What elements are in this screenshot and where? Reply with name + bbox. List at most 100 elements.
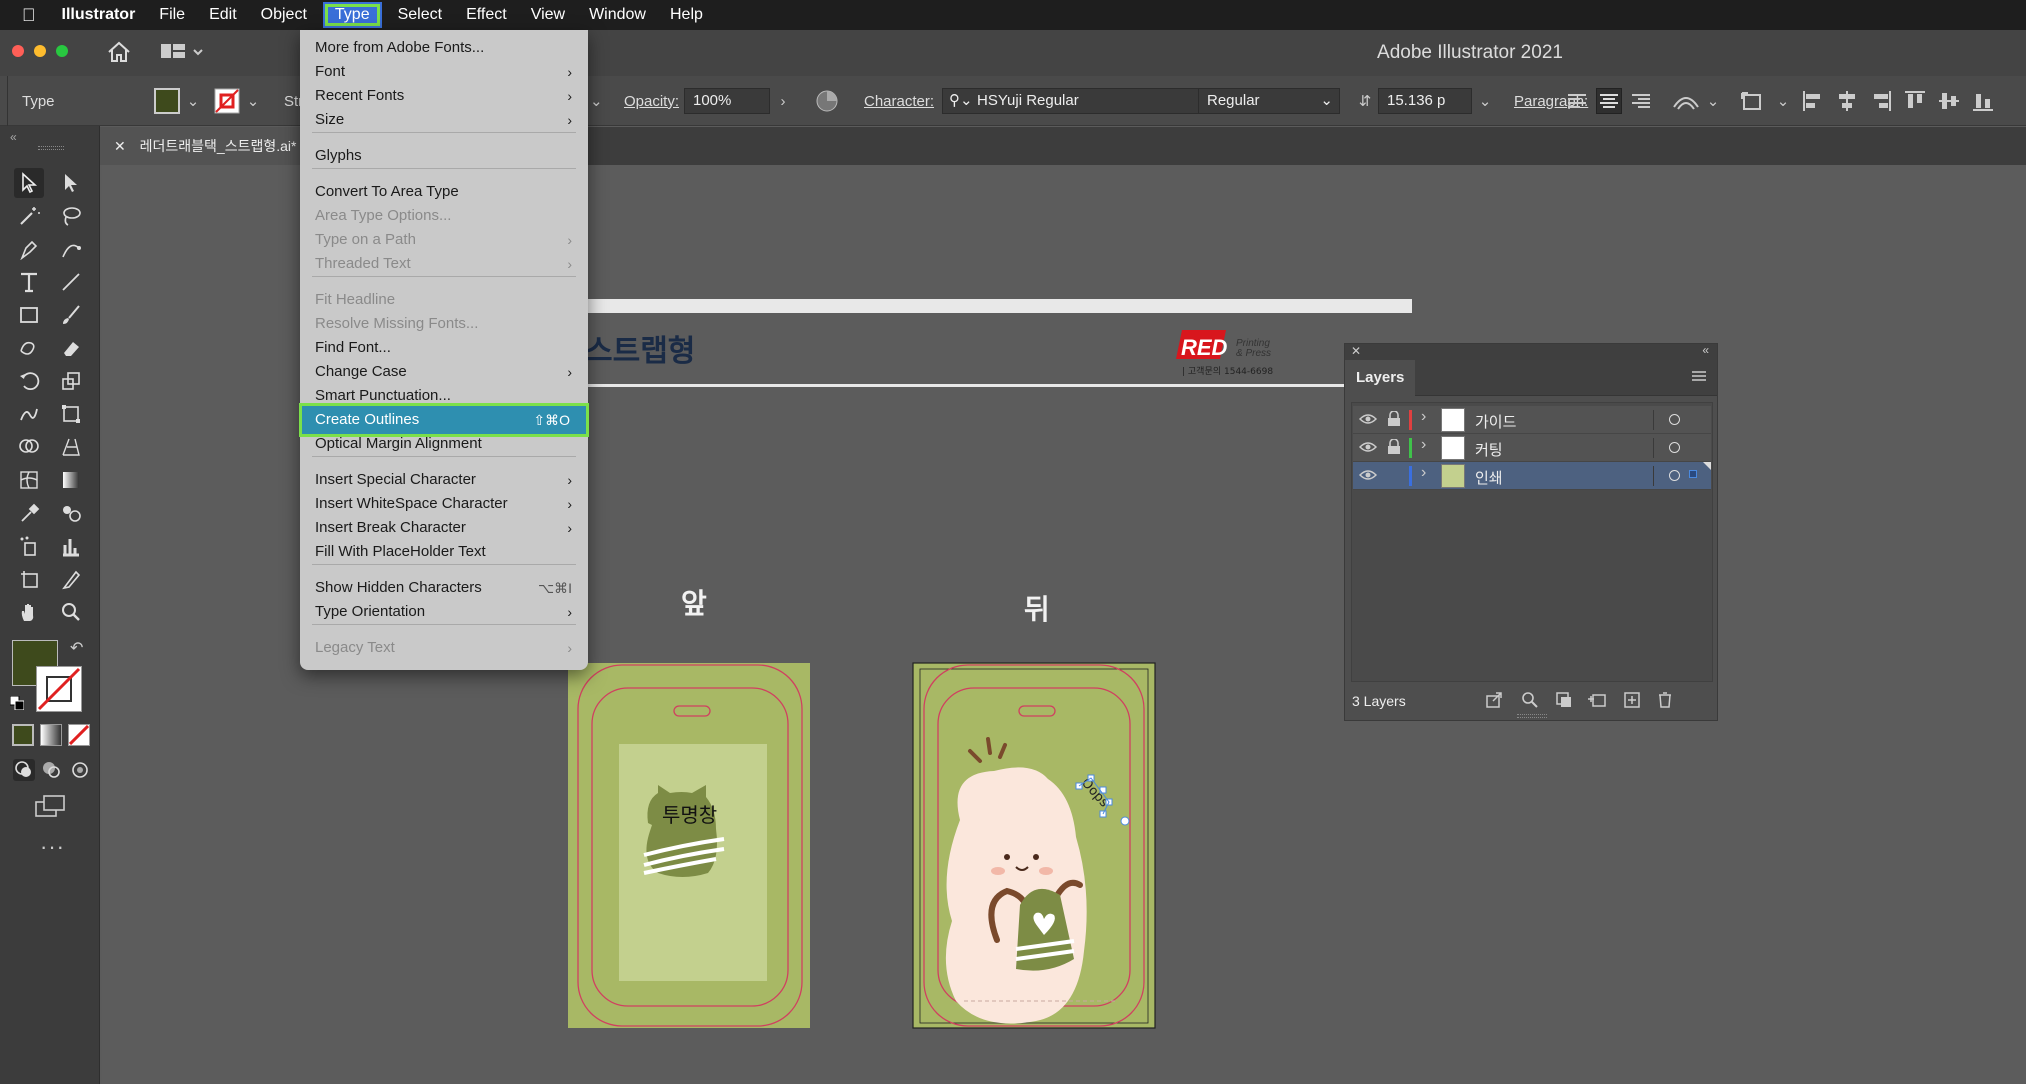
- shaper-tool-icon[interactable]: [14, 333, 44, 363]
- layer-row-guide[interactable]: › 가이드: [1353, 406, 1711, 434]
- chevron-down-icon[interactable]: ⌄: [1700, 88, 1726, 114]
- mesh-tool-icon[interactable]: [14, 465, 44, 495]
- export-icon[interactable]: [1485, 691, 1503, 712]
- app-menu[interactable]: Illustrator: [50, 0, 148, 30]
- draw-inside-icon[interactable]: [68, 758, 92, 782]
- hidden-dropdown-chevron[interactable]: ⌄: [590, 76, 603, 126]
- type-menu-item-insert-whitespace-character[interactable]: Insert WhiteSpace Character ›: [300, 492, 588, 516]
- lasso-tool-icon[interactable]: [56, 201, 86, 231]
- chevron-down-icon[interactable]: ⌄: [1472, 88, 1498, 114]
- transform-icon[interactable]: ⌄: [1740, 76, 1796, 126]
- workspace-switcher-icon[interactable]: [160, 42, 206, 67]
- type-menu-item-glyphs[interactable]: Glyphs: [300, 144, 588, 168]
- eye-icon[interactable]: [1358, 439, 1378, 459]
- type-menu-item-recent-fonts[interactable]: Recent Fonts ›: [300, 84, 588, 108]
- pen-tool-icon[interactable]: [14, 234, 44, 264]
- chevron-down-icon[interactable]: ⌄: [180, 88, 206, 114]
- panel-menu-icon[interactable]: [1691, 369, 1707, 387]
- menu-window[interactable]: Window: [577, 0, 658, 30]
- layer-row-print[interactable]: › 인쇄: [1353, 462, 1711, 490]
- perspective-grid-tool-icon[interactable]: [56, 432, 86, 462]
- clipping-mask-icon[interactable]: [1555, 691, 1573, 712]
- type-menu-item-show-hidden-characters[interactable]: Show Hidden Characters ⌥⌘I: [300, 576, 588, 600]
- menu-edit[interactable]: Edit: [197, 0, 249, 30]
- type-menu-item-more-from-adobe-fonts[interactable]: More from Adobe Fonts...: [300, 36, 588, 60]
- close-panel-icon[interactable]: ✕: [1351, 344, 1361, 358]
- shape-builder-tool-icon[interactable]: [14, 432, 44, 462]
- type-menu-item-find-font[interactable]: Find Font...: [300, 336, 588, 360]
- layer-name[interactable]: 가이드: [1475, 411, 1516, 432]
- target-icon[interactable]: [1669, 442, 1680, 453]
- chevron-down-icon[interactable]: ⌄: [240, 88, 266, 114]
- slice-tool-icon[interactable]: [56, 564, 86, 594]
- direct-selection-tool-icon[interactable]: [56, 168, 86, 198]
- chevron-down-icon[interactable]: ⌄: [1320, 89, 1333, 113]
- type-menu-item-type-orientation[interactable]: Type Orientation ›: [300, 600, 588, 624]
- gradient-mode-icon[interactable]: [40, 724, 62, 746]
- size-stepper-icon[interactable]: ⇵: [1352, 88, 1378, 114]
- menu-view[interactable]: View: [519, 0, 577, 30]
- type-menu-item-change-case[interactable]: Change Case ›: [300, 360, 588, 384]
- align-bottom-edges-icon[interactable]: [1970, 88, 1996, 114]
- align-top-edges-icon[interactable]: [1902, 88, 1928, 114]
- recolor-icon[interactable]: [814, 76, 840, 126]
- opacity-label[interactable]: Opacity:: [624, 76, 679, 126]
- new-layer-icon[interactable]: [1623, 691, 1641, 712]
- curvature-tool-icon[interactable]: [56, 234, 86, 264]
- close-window-button[interactable]: [12, 45, 24, 57]
- document-tab[interactable]: ✕ 레더트래블택_스트랩형.ai* @: [100, 127, 300, 165]
- align-center-icon[interactable]: [1596, 88, 1622, 114]
- hand-tool-icon[interactable]: [14, 597, 44, 627]
- warp-tool-icon[interactable]: [14, 399, 44, 429]
- chevron-right-icon[interactable]: ›: [1421, 408, 1426, 426]
- panel-resize-grip[interactable]: [1517, 714, 1547, 718]
- stroke-color-swatch[interactable]: [36, 666, 82, 712]
- align-left-icon[interactable]: [1564, 88, 1590, 114]
- panel-header-bar[interactable]: ✕ «: [1345, 343, 1717, 360]
- search-icon[interactable]: [1521, 691, 1539, 712]
- type-menu-item-create-outlines[interactable]: Create Outlines ⇧⌘O: [299, 403, 589, 437]
- chevron-right-icon[interactable]: ›: [1421, 464, 1426, 482]
- layer-row-cutting[interactable]: › 커팅: [1353, 434, 1711, 462]
- type-menu-item-smart-punctuation[interactable]: Smart Punctuation...: [300, 384, 588, 408]
- fill-swatch[interactable]: ⌄: [154, 76, 206, 126]
- free-transform-tool-icon[interactable]: [56, 399, 86, 429]
- font-family-field[interactable]: ⚲⌄ HSYuji Regular ⌄: [942, 88, 1224, 114]
- draw-behind-icon[interactable]: [40, 758, 64, 782]
- zoom-window-button[interactable]: [56, 45, 68, 57]
- selection-tool-icon[interactable]: [14, 168, 44, 198]
- menu-type[interactable]: Type: [322, 2, 382, 28]
- selected-art-indicator[interactable]: [1689, 470, 1697, 478]
- stroke-swatch[interactable]: ⌄: [214, 76, 266, 126]
- symbol-sprayer-tool-icon[interactable]: [14, 531, 44, 561]
- eye-icon[interactable]: [1358, 411, 1378, 431]
- rectangle-tool-icon[interactable]: [14, 300, 44, 330]
- column-graph-tool-icon[interactable]: [56, 531, 86, 561]
- opacity-input[interactable]: 100%: [684, 88, 770, 114]
- back-tag[interactable]: Oops: [912, 662, 1156, 1029]
- chevron-right-icon[interactable]: ›: [770, 88, 796, 114]
- align-vertical-centers-icon[interactable]: [1936, 88, 1962, 114]
- paintbrush-tool-icon[interactable]: [56, 300, 86, 330]
- type-menu-item-insert-break-character[interactable]: Insert Break Character ›: [300, 516, 588, 540]
- color-mode-icon[interactable]: [12, 724, 34, 746]
- chevron-down-icon[interactable]: ⌄: [1770, 88, 1796, 114]
- chevron-right-icon[interactable]: ›: [1421, 436, 1426, 454]
- type-menu-item-convert-to-area-type[interactable]: Convert To Area Type: [300, 180, 588, 204]
- layer-name[interactable]: 인쇄: [1475, 467, 1503, 488]
- eye-icon[interactable]: [1358, 467, 1378, 487]
- type-menu-item-fill-with-placeholder-text[interactable]: Fill With PlaceHolder Text: [300, 540, 588, 564]
- align-horizontal-centers-icon[interactable]: [1834, 88, 1860, 114]
- align-right-edges-icon[interactable]: [1868, 88, 1894, 114]
- align-right-icon[interactable]: [1628, 88, 1654, 114]
- type-menu-item-insert-special-character[interactable]: Insert Special Character ›: [300, 468, 588, 492]
- font-size-field[interactable]: 15.136 p: [1378, 88, 1472, 114]
- menu-effect[interactable]: Effect: [454, 0, 519, 30]
- collapse-panel-icon[interactable]: «: [10, 130, 17, 144]
- line-segment-tool-icon[interactable]: [56, 267, 86, 297]
- character-label[interactable]: Character:: [864, 76, 934, 126]
- target-icon[interactable]: [1669, 470, 1680, 481]
- rotate-tool-icon[interactable]: [14, 366, 44, 396]
- home-icon[interactable]: [106, 40, 132, 69]
- tab-layers[interactable]: Layers: [1345, 360, 1415, 396]
